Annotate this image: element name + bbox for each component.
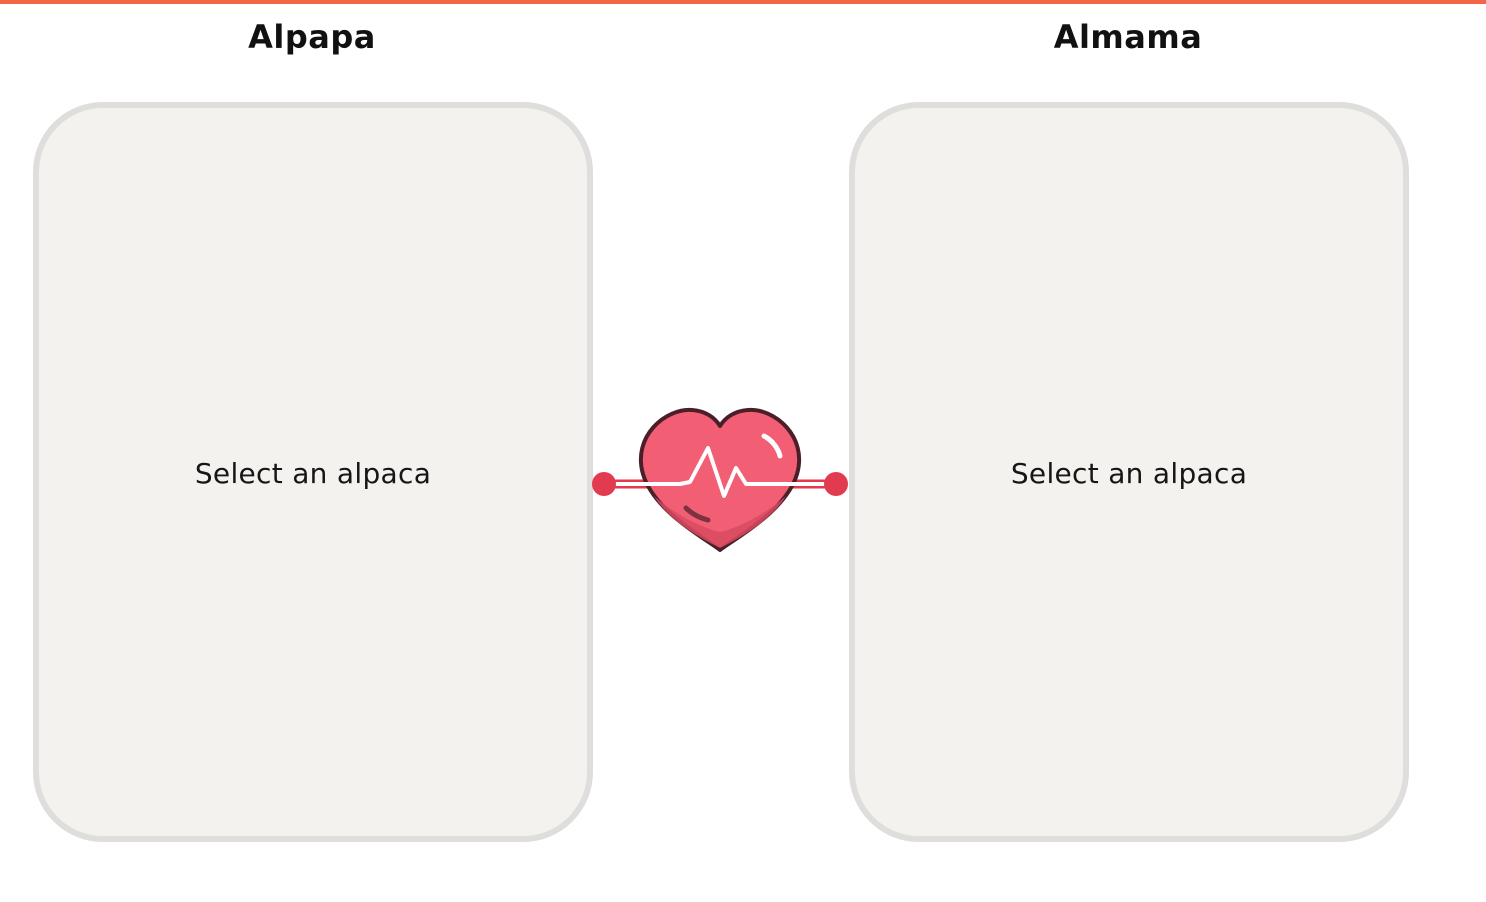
heart-pulse-icon — [592, 407, 848, 552]
sire-title: Alpapa — [248, 18, 376, 56]
sire-select-prompt: Select an alpaca — [194, 457, 432, 490]
sire-select-card[interactable]: Select an alpaca — [33, 102, 593, 842]
dam-select-prompt: Select an alpaca — [1010, 457, 1248, 490]
dam-select-card[interactable]: Select an alpaca — [849, 102, 1409, 842]
connector-dot-left — [592, 472, 616, 496]
top-accent-bar — [0, 0, 1486, 4]
connector-dot-right — [824, 472, 848, 496]
dam-title: Almama — [1053, 18, 1203, 56]
